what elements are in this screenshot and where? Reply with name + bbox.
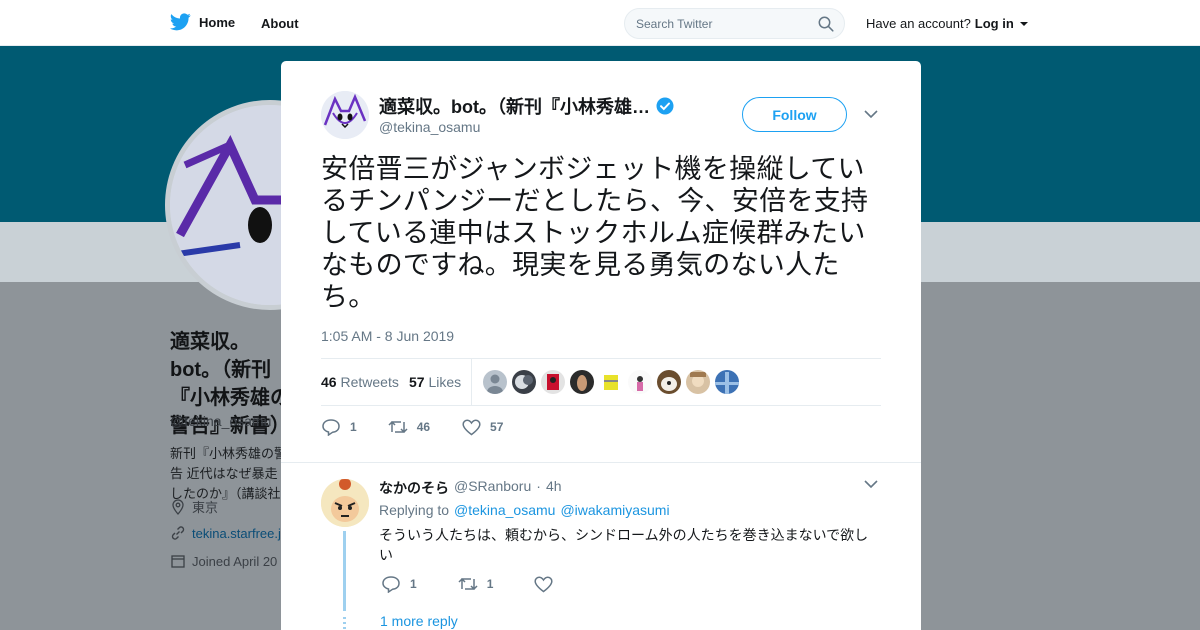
liker-avatar[interactable] (483, 370, 507, 394)
retweet-stat-label: Retweets (340, 374, 399, 390)
heart-icon (534, 576, 553, 592)
reply-header: なかのそら @SRanboru · 4h (379, 478, 562, 498)
author-name[interactable]: 適菜収。bot。（新刊『小林秀雄… (379, 93, 674, 119)
liker-avatar[interactable] (599, 370, 623, 394)
search-icon[interactable] (818, 16, 834, 32)
chevron-down-icon[interactable] (864, 109, 878, 119)
liker-avatar[interactable] (686, 370, 710, 394)
profile-url-text[interactable]: tekina.starfree.jp (192, 526, 288, 541)
follow-button[interactable]: Follow (742, 97, 847, 132)
profile-url[interactable]: tekina.starfree.jp (170, 525, 288, 541)
liker-avatar[interactable] (715, 370, 739, 394)
calendar-icon (171, 555, 185, 568)
account-menu[interactable]: Have an account? Log in (866, 16, 1028, 31)
profile-bio: 新刊『小林秀雄の警告 近代はなぜ暴走したのか』（講談社 (170, 446, 288, 501)
reply-separator-dot: · (536, 478, 541, 494)
profile-handle: @tekina_osamu (170, 413, 272, 429)
location-pin-icon (172, 498, 184, 515)
reply-count: 1 (350, 420, 357, 434)
more-replies-link[interactable]: 1 more reply (380, 613, 458, 629)
replies-separator (281, 453, 921, 463)
twitter-bird-icon (170, 13, 191, 31)
profile-joined-text: Joined April 20 (192, 553, 278, 569)
retweet-stat-count: 46 (321, 374, 337, 390)
profile-location: 東京 (170, 497, 218, 516)
chevron-down-icon[interactable] (864, 479, 878, 489)
liker-avatars (483, 370, 739, 394)
profile-location-text: 東京 (192, 500, 219, 515)
retweet-button[interactable]: 1 (458, 576, 494, 592)
verified-badge-icon (656, 97, 674, 115)
retweet-stat[interactable]: 46 Retweets (321, 374, 399, 390)
thread-line (343, 531, 346, 611)
search-input[interactable] (636, 9, 806, 38)
tweet-timestamp[interactable]: 1:05 AM - 8 Jun 2019 (321, 328, 454, 344)
author-name-text[interactable]: 適菜収。bot。（新刊『小林秀雄… (379, 93, 650, 119)
liker-avatar[interactable] (570, 370, 594, 394)
reply-button[interactable]: 1 (381, 575, 417, 593)
mention-link[interactable]: @iwakamiyasumi (560, 502, 669, 518)
reply-avatar[interactable] (321, 479, 369, 527)
liker-avatar[interactable] (657, 370, 681, 394)
reply-author-name[interactable]: なかのそら (379, 478, 449, 498)
like-stat[interactable]: 57 Likes (409, 374, 461, 390)
nav-home-link[interactable]: Home (170, 13, 235, 31)
heart-icon (462, 419, 481, 435)
retweet-button[interactable]: 46 (388, 419, 430, 435)
close-icon[interactable] (1153, 12, 1179, 38)
reply-icon (382, 576, 400, 593)
top-nav: Home About Have an account? Log in (0, 0, 1200, 46)
reply-button[interactable]: 1 (321, 418, 357, 436)
account-prompt: Have an account? (866, 16, 971, 31)
link-icon (171, 526, 185, 540)
nav-home-label: Home (199, 14, 236, 30)
reply-count: 1 (410, 577, 417, 591)
like-stat-count: 57 (409, 374, 425, 390)
reply-age[interactable]: 4h (546, 478, 562, 498)
tweet-text: 安倍晋三がジャンボジェット機を操縦しているチンパンジーだとしたら、今、安倍を支持… (321, 154, 869, 312)
tweet-actions: 1 46 57 (321, 417, 503, 437)
reply-icon (322, 419, 340, 436)
tweet-modal: 適菜収。bot。（新刊『小林秀雄… @tekina_osamu Follow 安… (281, 61, 921, 630)
liker-avatar[interactable] (541, 370, 565, 394)
reply-text: そういう人たちは、頼むから、シンドローム外の人たちを巻き込まないで欲しい (379, 527, 869, 563)
retweet-icon (388, 420, 408, 434)
like-count: 57 (490, 420, 504, 434)
like-button[interactable]: 57 (462, 419, 503, 436)
replying-to-label: Replying to (379, 502, 450, 518)
like-button[interactable] (534, 576, 562, 593)
reply-author-handle[interactable]: @SRanboru (454, 478, 531, 498)
author-handle[interactable]: @tekina_osamu (379, 119, 480, 135)
retweet-count: 1 (486, 577, 494, 591)
search-box[interactable] (624, 8, 845, 39)
stat-divider (471, 359, 472, 405)
author-avatar[interactable] (321, 91, 369, 139)
retweet-count: 46 (416, 420, 431, 434)
tweet-stats: 46 Retweets 57 Likes (321, 358, 881, 406)
nav-about-link[interactable]: About (261, 16, 299, 31)
little-my-avatar-icon (321, 479, 369, 527)
profile-joined: Joined April 20 (170, 553, 277, 569)
like-stat-label: Likes (428, 374, 462, 390)
cat-avatar-icon (321, 91, 369, 139)
replying-to: Replying to @tekina_osamu @iwakamiyasumi (379, 502, 670, 518)
liker-avatar[interactable] (628, 370, 652, 394)
chevron-down-icon (1019, 21, 1028, 26)
retweet-icon (458, 577, 478, 591)
login-link[interactable]: Log in (975, 16, 1014, 31)
liker-avatar[interactable] (512, 370, 536, 394)
reply-actions: 1 1 (381, 575, 562, 593)
thread-dots (343, 617, 346, 630)
mention-link[interactable]: @tekina_osamu (454, 502, 555, 518)
